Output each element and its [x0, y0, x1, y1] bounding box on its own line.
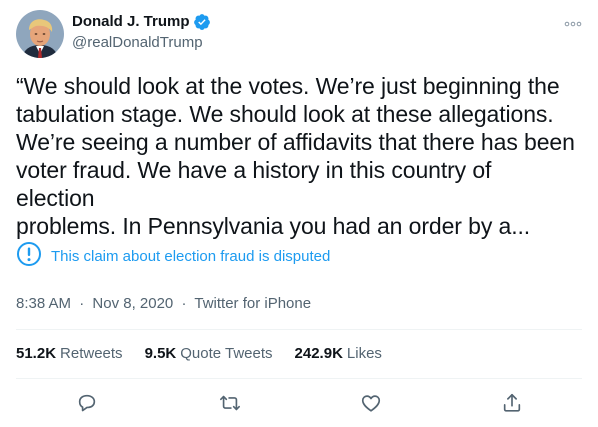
- exclamation-circle-icon: [16, 241, 42, 272]
- share-icon: [503, 393, 521, 412]
- tweet-text: “We should look at the votes. We’re just…: [16, 73, 575, 239]
- handle[interactable]: @realDonaldTrump: [72, 33, 211, 53]
- reply-icon: [78, 394, 96, 412]
- divider: [16, 329, 582, 330]
- quote-tweets-count: 9.5K: [144, 345, 177, 362]
- disputed-claim-text[interactable]: This claim about election fraud is dispu…: [51, 247, 330, 267]
- share-button[interactable]: [495, 386, 529, 420]
- tweet-header: Donald J. Trump @realDonaldTrump: [16, 10, 582, 60]
- retweet-icon: [220, 395, 240, 411]
- verified-badge-icon: [193, 13, 211, 31]
- author-block: Donald J. Trump @realDonaldTrump: [72, 12, 211, 53]
- display-name[interactable]: Donald J. Trump: [72, 12, 190, 32]
- name-row: Donald J. Trump: [72, 12, 211, 32]
- meta-separator: ·: [181, 295, 187, 312]
- disputed-claim-notice[interactable]: This claim about election fraud is dispu…: [16, 241, 330, 272]
- action-bar: [0, 386, 598, 420]
- tweet-time[interactable]: 8:38 AM: [16, 295, 71, 312]
- like-icon: [361, 395, 381, 412]
- likes-label: Likes: [346, 345, 382, 362]
- retweets-stat[interactable]: 51.2K Retweets: [16, 344, 123, 364]
- retweets-count: 51.2K: [16, 345, 57, 362]
- tweet-source[interactable]: Twitter for iPhone: [194, 295, 311, 312]
- engagement-stats: 51.2K Retweets 9.5K Quote Tweets 242.9K Lik…: [16, 344, 382, 364]
- profile-photo-icon: [16, 10, 64, 58]
- avatar[interactable]: [16, 10, 64, 58]
- quote-tweets-stat[interactable]: 9.5K Quote Tweets: [145, 344, 273, 364]
- retweets-label: Retweets: [60, 345, 123, 362]
- like-button[interactable]: [354, 386, 388, 420]
- more-options-icon[interactable]: [564, 16, 582, 27]
- likes-count: 242.9K: [294, 345, 343, 362]
- likes-stat[interactable]: 242.9K Likes: [295, 344, 382, 364]
- retweet-button[interactable]: [213, 386, 247, 420]
- quote-tweets-label: Quote Tweets: [180, 345, 273, 362]
- tweet-meta: 8:38 AM · Nov 8, 2020 · Twitter for iPho…: [16, 294, 311, 314]
- tweet-date[interactable]: Nov 8, 2020: [92, 295, 173, 312]
- divider: [16, 378, 582, 379]
- meta-separator: ·: [79, 295, 85, 312]
- tweet-card: Donald J. Trump @realDonaldTrump “We sho…: [0, 0, 598, 427]
- reply-button[interactable]: [70, 386, 104, 420]
